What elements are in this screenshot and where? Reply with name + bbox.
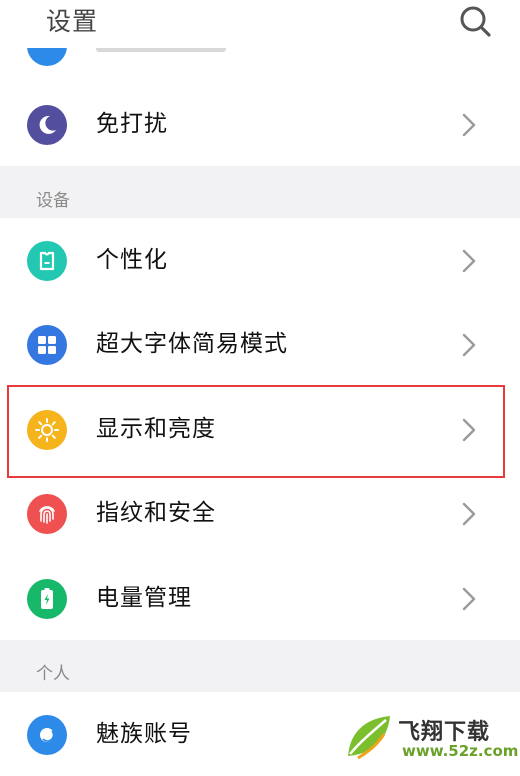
search-icon[interactable]: [458, 4, 492, 38]
sun-icon: [27, 410, 67, 450]
header-bar: 设置: [0, 0, 520, 48]
list-item-personalize[interactable]: 个性化: [0, 218, 520, 302]
list-item-label: 免打扰: [96, 111, 168, 137]
chevron-right-icon: [462, 587, 476, 611]
list-item-label: 个性化: [96, 247, 168, 273]
section-label: 设备: [36, 191, 70, 211]
list-item-fingerprint-security[interactable]: 指纹和安全: [0, 471, 520, 555]
tshirt-icon: [27, 241, 67, 281]
list-item-display-brightness[interactable]: 显示和亮度: [0, 387, 520, 471]
fingerprint-icon: [27, 494, 67, 534]
partial-item-icon: [27, 48, 67, 66]
chevron-right-icon: [462, 333, 476, 357]
list-item-label: 指纹和安全: [96, 500, 216, 526]
list-item-label: 超大字体简易模式: [96, 331, 288, 357]
page-title: 设置: [46, 7, 99, 36]
chevron-right-icon: [462, 113, 476, 137]
chevron-right-icon: [462, 418, 476, 442]
list-item-battery[interactable]: 电量管理: [0, 556, 520, 640]
account-icon: [27, 715, 67, 755]
battery-icon: [27, 579, 67, 619]
watermark-url: www.52z.com: [402, 742, 519, 760]
grid-icon: [27, 325, 67, 365]
partial-list-item: [0, 48, 520, 68]
section-header-personal: 个人: [0, 640, 520, 692]
list-item-label: 显示和亮度: [96, 416, 216, 442]
list-item-large-font-mode[interactable]: 超大字体简易模式: [0, 302, 520, 386]
section-header-device: 设备: [0, 166, 520, 218]
section-label: 个人: [36, 664, 70, 684]
list-item-dnd[interactable]: 免打扰: [0, 82, 520, 166]
leaf-logo-icon: [348, 716, 390, 760]
list-item-label: 魅族账号: [96, 721, 192, 747]
chevron-right-icon: [462, 502, 476, 526]
chevron-right-icon: [462, 249, 476, 273]
list-item-label: 电量管理: [96, 585, 192, 611]
partial-item-label: [96, 48, 226, 52]
watermark-logo: 飞翔下载 www.52z.com: [344, 710, 519, 766]
moon-icon: [27, 105, 67, 145]
